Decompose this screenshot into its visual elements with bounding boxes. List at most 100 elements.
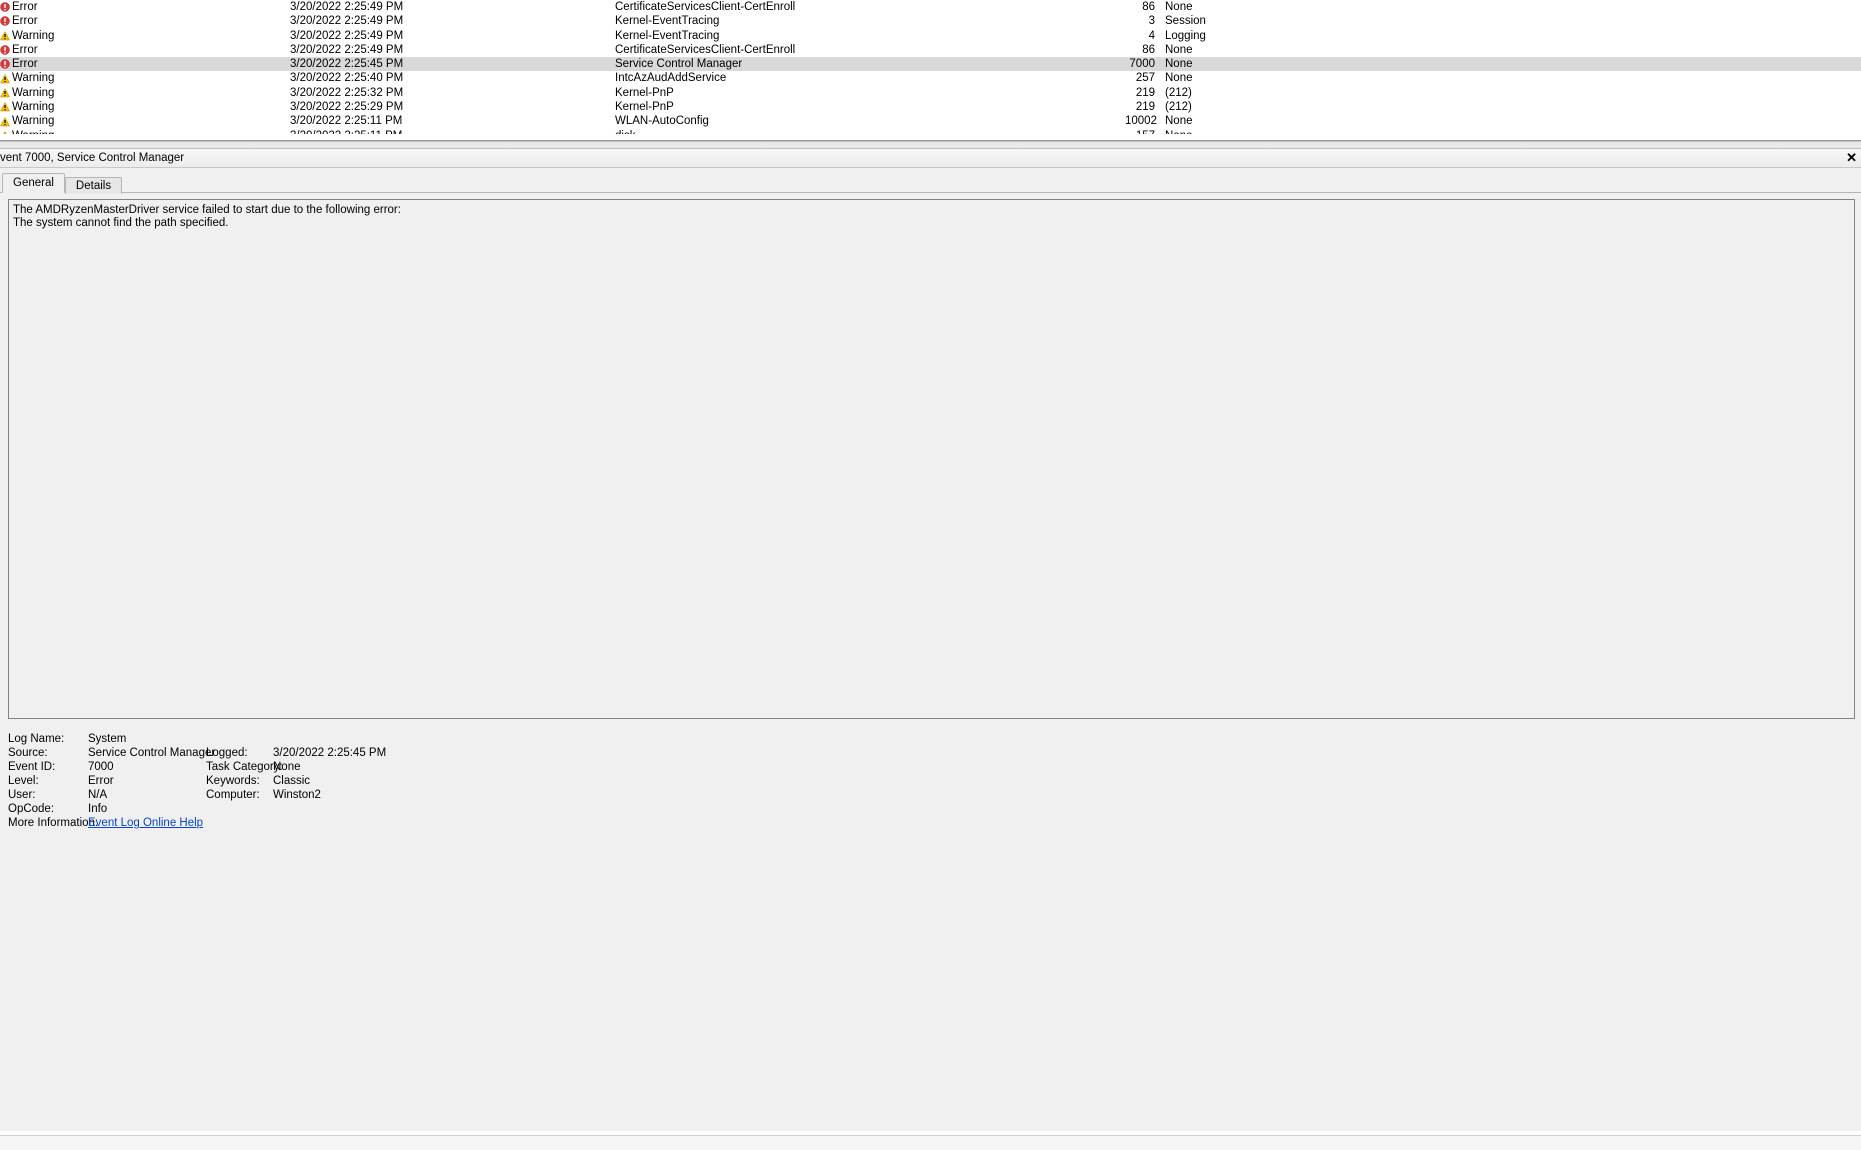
event-level-cell: Warning: [0, 86, 290, 100]
event-id-cell: 257: [1125, 71, 1155, 85]
close-icon[interactable]: ✕: [1844, 152, 1859, 164]
event-id-cell: 86: [1125, 43, 1155, 57]
event-taskcategory-cell: None: [1155, 71, 1355, 85]
error-icon: [0, 59, 10, 69]
prop-value-logged: 3/20/2022 2:25:45 PM: [273, 747, 573, 759]
event-row[interactable]: Warning 3/20/2022 2:25:49 PMKernel-EventT…: [0, 29, 1861, 43]
event-level-cell: Warning: [0, 71, 290, 85]
event-date-cell: 3/20/2022 2:25:32 PM: [290, 86, 615, 100]
event-source-cell: WLAN-AutoConfig: [615, 114, 1100, 128]
event-id-cell: 219: [1125, 100, 1155, 114]
prop-value-taskcat: None: [273, 761, 573, 773]
event-row[interactable]: Warning3/20/2022 2:25:40 PMIntcAzAudAddS…: [0, 71, 1861, 85]
event-id-cell: 3: [1125, 14, 1155, 28]
event-row[interactable]: Error3/20/2022 2:25:49 PMCertificateServ…: [0, 0, 1861, 14]
detail-title: vent 7000, Service Control Manager: [0, 152, 184, 164]
event-level-text: Warning: [12, 29, 54, 43]
prop-label-moreinfo: More Information:: [8, 817, 88, 829]
tab-details[interactable]: Details: [65, 177, 122, 194]
event-date-cell: 3/20/2022 2:25:11 PM: [290, 129, 615, 134]
event-source-cell: Service Control Manager: [615, 57, 1100, 71]
event-row[interactable]: Error3/20/2022 2:25:49 PMCertificateServ…: [0, 43, 1861, 57]
prop-value-user: N/A: [88, 789, 206, 801]
event-source-cell: Kernel-PnP: [615, 86, 1100, 100]
prop-label-user: User:: [8, 789, 88, 801]
event-date-cell: 3/20/2022 2:25:45 PM: [290, 57, 615, 71]
event-level-text: Warning: [12, 86, 54, 100]
event-description: The AMDRyzenMasterDriver service failed …: [8, 199, 1855, 719]
warning-icon: [0, 31, 10, 41]
event-level-text: Error: [12, 57, 38, 71]
error-icon: [0, 45, 10, 55]
status-bar: [0, 1135, 1861, 1150]
prop-value-keywords: Classic: [273, 775, 573, 787]
prop-value-source: Service Control Manager: [88, 747, 206, 759]
event-taskcategory-cell: None: [1155, 129, 1355, 134]
prop-value-computer: Winston2: [273, 789, 573, 801]
splitter[interactable]: [0, 141, 1861, 149]
detail-tabs: General Details: [0, 168, 1861, 193]
prop-label-level: Level:: [8, 775, 88, 787]
event-taskcategory-cell: Logging: [1155, 29, 1355, 43]
prop-label-source: Source:: [8, 747, 88, 759]
detail-pane-header: vent 7000, Service Control Manager ✕: [0, 149, 1861, 168]
event-date-cell: 3/20/2022 2:25:49 PM: [290, 0, 615, 14]
event-level-text: Warning: [12, 129, 54, 134]
event-source-cell: CertificateServicesClient-CertEnroll: [615, 43, 1100, 57]
error-icon: [0, 2, 10, 12]
event-level-cell: Warning: [0, 100, 290, 114]
event-level-cell: Error: [0, 57, 290, 71]
event-source-cell: disk: [615, 129, 1100, 134]
prop-label-eventid: Event ID:: [8, 761, 88, 773]
prop-label-taskcat: Task Category:: [206, 761, 273, 773]
event-taskcategory-cell: Session: [1155, 14, 1355, 28]
event-source-cell: CertificateServicesClient-CertEnroll: [615, 0, 1100, 14]
event-list[interactable]: Error3/20/2022 2:25:49 PMCertificateServ…: [0, 0, 1861, 141]
prop-label-opcode: OpCode:: [8, 803, 88, 815]
event-id-cell: 4: [1125, 29, 1155, 43]
event-row[interactable]: Warning3/20/2022 2:25:32 PMKernel-PnP219…: [0, 86, 1861, 100]
event-level-cell: Warning: [0, 129, 290, 134]
event-row[interactable]: Error3/20/2022 2:25:49 PMKernel-EventTra…: [0, 14, 1861, 28]
prop-value-opcode: Info: [88, 803, 573, 815]
event-source-cell: Kernel-EventTracing: [615, 29, 1100, 43]
event-level-cell: Error: [0, 0, 290, 14]
event-taskcategory-cell: None: [1155, 0, 1355, 14]
event-level-text: Warning: [12, 114, 54, 128]
warning-icon: [0, 102, 10, 112]
event-properties: Log Name: System Source: Service Control…: [8, 733, 1855, 829]
prop-value-level: Error: [88, 775, 206, 787]
event-id-cell: 7000: [1125, 57, 1155, 71]
event-row[interactable]: Warning3/20/2022 2:25:29 PMKernel-PnP219…: [0, 100, 1861, 114]
event-taskcategory-cell: None: [1155, 43, 1355, 57]
event-id-cell: 10002: [1125, 114, 1155, 128]
prop-value-eventid: 7000: [88, 761, 206, 773]
event-date-cell: 3/20/2022 2:25:11 PM: [290, 114, 615, 128]
event-id-cell: 157: [1125, 129, 1155, 134]
prop-value-logname: System: [88, 733, 573, 745]
event-date-cell: 3/20/2022 2:25:49 PM: [290, 29, 615, 43]
event-log-online-help-link[interactable]: Event Log Online Help: [88, 817, 203, 829]
event-row[interactable]: Warning 3/20/2022 2:25:11 PMWLAN-AutoConf…: [0, 114, 1861, 128]
event-row[interactable]: Warning 3/20/2022 2:25:11 PMdisk 157None: [0, 129, 1861, 134]
event-date-cell: 3/20/2022 2:25:40 PM: [290, 71, 615, 85]
event-level-cell: Warning: [0, 114, 290, 128]
event-level-cell: Error: [0, 14, 290, 28]
event-level-cell: Warning: [0, 29, 290, 43]
warning-icon: [0, 88, 10, 98]
error-icon: [0, 16, 10, 26]
event-date-cell: 3/20/2022 2:25:49 PM: [290, 14, 615, 28]
event-taskcategory-cell: (212): [1155, 100, 1355, 114]
event-level-text: Error: [12, 14, 38, 28]
event-date-cell: 3/20/2022 2:25:49 PM: [290, 43, 615, 57]
event-level-text: Warning: [12, 71, 54, 85]
prop-label-computer: Computer:: [206, 789, 273, 801]
event-level-text: Warning: [12, 100, 54, 114]
event-row[interactable]: Error 3/20/2022 2:25:45 PMService Control…: [0, 57, 1861, 71]
prop-label-keywords: Keywords:: [206, 775, 273, 787]
warning-icon: [0, 74, 10, 84]
prop-label-logged: Logged:: [206, 747, 273, 759]
prop-label-logname: Log Name:: [8, 733, 88, 745]
event-id-cell: 86: [1125, 0, 1155, 14]
tab-general[interactable]: General: [2, 173, 65, 193]
